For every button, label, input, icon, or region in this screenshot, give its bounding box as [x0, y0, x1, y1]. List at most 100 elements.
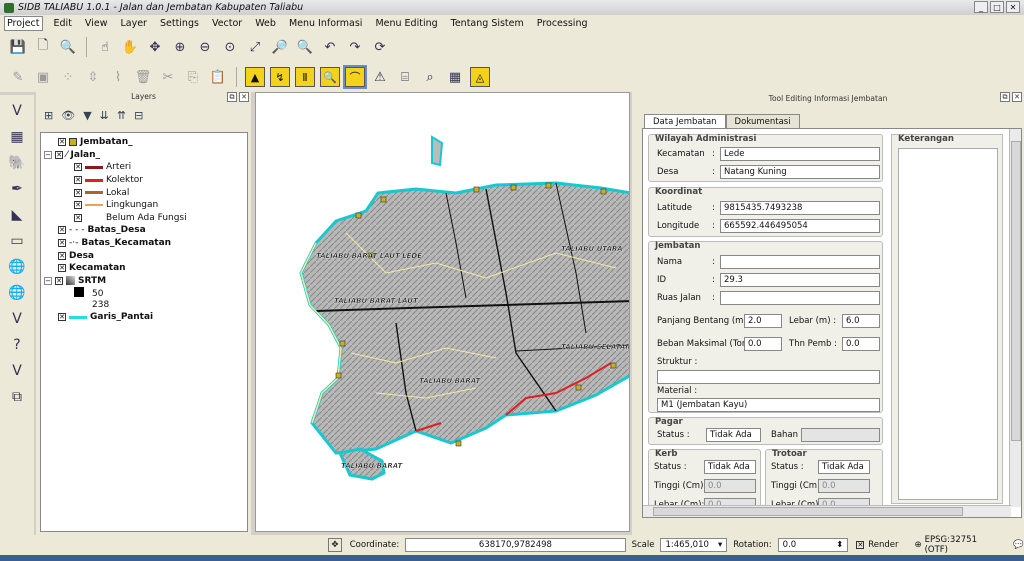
layer-checkbox[interactable]: ✕ — [58, 138, 66, 147]
category-checkbox[interactable]: ✕ — [74, 188, 82, 197]
layer-garis-pantai[interactable]: ✕ Garis_Pantai — [44, 311, 244, 324]
minimize-button[interactable]: _ — [974, 1, 988, 13]
id-field[interactable]: 29.3 — [720, 273, 880, 287]
category-kolektor[interactable]: ✕ Kolektor — [44, 174, 244, 187]
zoom-in-icon[interactable]: ⊕ — [170, 37, 190, 57]
road-icon[interactable]: ▲ — [245, 67, 265, 87]
render-checkbox[interactable]: ✕ — [856, 541, 865, 549]
kerb-status-field[interactable]: Tidak Ada — [704, 460, 756, 474]
layer-batas-desa[interactable]: ✕ - - - Batas_Desa — [44, 224, 244, 237]
float-panel-button[interactable]: ⧉ — [1000, 92, 1010, 102]
zoom-layer-icon[interactable]: 🔍 — [295, 37, 315, 57]
menu-tentang[interactable]: Tentang Sistem — [449, 17, 526, 30]
keterangan-textarea[interactable] — [898, 148, 998, 500]
menu-web[interactable]: Web — [253, 17, 278, 30]
scroll-thumb[interactable] — [1011, 141, 1021, 441]
touch-icon[interactable]: ☝ — [95, 37, 115, 57]
statistics-icon[interactable]: ▦ — [445, 67, 465, 87]
layer-jembatan[interactable]: ✕ Jembatan_ — [44, 136, 244, 149]
kecamatan-field[interactable]: Lede — [720, 147, 880, 161]
struktur-field[interactable] — [657, 370, 880, 384]
eye-icon[interactable]: 👁 — [61, 109, 75, 122]
collapse-icon[interactable]: − — [44, 150, 52, 159]
material-field[interactable]: M1 (Jembatan Kayu) — [657, 398, 880, 412]
virtual-layer-icon[interactable]: ⧉ — [7, 387, 27, 407]
cut-icon[interactable]: ✂ — [158, 67, 178, 87]
pan-icon[interactable]: ✋ — [120, 37, 140, 57]
longitude-field[interactable]: 665592.446495054 — [720, 219, 880, 233]
add-delimited-text-icon[interactable]: ? — [7, 335, 27, 355]
lebar-field[interactable]: 6.0 — [842, 314, 880, 328]
float-panel-button[interactable]: ⧉ — [227, 92, 237, 102]
ruas-jalan-field[interactable] — [720, 291, 880, 305]
layer-checkbox[interactable]: ✕ — [58, 251, 66, 260]
category-arteri[interactable]: ✕ Arteri — [44, 161, 244, 174]
coordinate-field[interactable]: 638170,9782498 — [405, 538, 626, 552]
filter-icon[interactable]: ▼ — [83, 109, 91, 122]
map-canvas[interactable]: TALIABU BARAT LAUT LEDE TALIABU UTARA TA… — [255, 92, 630, 532]
category-checkbox[interactable]: ✕ — [74, 213, 82, 222]
horizontal-scrollbar[interactable] — [643, 505, 1011, 517]
add-wfs-layer-icon[interactable]: V — [7, 309, 27, 329]
layer-checkbox[interactable]: ✕ — [58, 264, 66, 273]
bridge-edit-icon[interactable]: ⌒ — [343, 65, 367, 89]
category-lokal[interactable]: ✕ Lokal — [44, 186, 244, 199]
layer-checkbox[interactable]: ✕ — [55, 276, 63, 285]
pan-to-selection-icon[interactable]: ✥ — [145, 37, 165, 57]
layer-checkbox[interactable]: ✕ — [58, 239, 66, 248]
tab-data-jembatan[interactable]: Data Jembatan — [644, 114, 726, 129]
close-button[interactable]: ✕ — [1006, 1, 1020, 13]
rotation-spinbox[interactable]: 0.0 ⬍ — [777, 538, 849, 552]
category-checkbox[interactable]: ✕ — [74, 163, 82, 172]
close-panel-button[interactable]: ✕ — [1012, 92, 1022, 102]
trotoar-status-field[interactable]: Tidak Ada — [818, 460, 870, 474]
pencil-icon[interactable]: ✎ — [8, 67, 28, 87]
add-wms-layer-icon[interactable]: 🌐 — [7, 257, 27, 277]
messages-icon[interactable]: 💬 — [1013, 540, 1024, 550]
new-layer-icon[interactable]: V — [7, 361, 27, 381]
copy-icon[interactable]: ⎘ — [183, 67, 203, 87]
node-tool-icon[interactable]: ⌇ — [108, 67, 128, 87]
zoom-native-icon[interactable]: ⊙ — [220, 37, 240, 57]
menu-vector[interactable]: Vector — [210, 17, 244, 30]
restore-button[interactable]: □ — [990, 1, 1004, 13]
zoom-out-icon[interactable]: ⊖ — [195, 37, 215, 57]
kerb-tinggi-field[interactable]: 0.0 — [704, 479, 756, 493]
pagar-status-field[interactable]: Tidak Ada — [706, 428, 761, 442]
zoom-selection-icon[interactable]: 🔎 — [270, 37, 290, 57]
panjang-bentang-field[interactable]: 2.0 — [744, 314, 782, 328]
zoom-full-icon[interactable]: ⤢ — [245, 37, 265, 57]
layer-srtm[interactable]: − ✕ SRTM — [44, 275, 244, 288]
layer-jalan[interactable]: − ✕ ⁄ Jalan_ — [44, 149, 244, 162]
crs-label[interactable]: EPSG:32751 (OTF) — [925, 535, 1002, 555]
scroll-thumb[interactable] — [653, 507, 963, 516]
paste-icon[interactable]: 📋 — [208, 67, 228, 87]
tab-dokumentasi[interactable]: Dokumentasi — [725, 114, 800, 129]
collapse-icon[interactable]: − — [44, 276, 52, 285]
pagar-bahan-field[interactable] — [801, 428, 880, 442]
add-mssql-layer-icon[interactable]: ◣ — [7, 205, 27, 225]
add-vector-layer-icon[interactable]: V — [7, 101, 27, 121]
vertical-scrollbar[interactable] — [1009, 129, 1021, 507]
layer-tree[interactable]: ✕ Jembatan_ − ✕ ⁄ Jalan_ ✕ Arteri ✕ Kolektor ✕… — [40, 132, 248, 532]
save-icon[interactable]: 💾 — [8, 37, 28, 57]
category-belum-ada-fungsi[interactable]: ✕ Belum Ada Fungsi — [44, 212, 244, 225]
refresh-icon[interactable]: ⟳ — [370, 37, 390, 57]
remove-layer-icon[interactable]: ⊟ — [134, 109, 143, 122]
category-checkbox[interactable]: ✕ — [74, 176, 82, 185]
layer-batas-kecamatan[interactable]: ✕ -·- Batas_Kecamatan — [44, 237, 244, 250]
add-wcs-layer-icon[interactable]: 🌐 — [7, 283, 27, 303]
add-raster-layer-icon[interactable]: ▦ — [7, 127, 27, 147]
menu-layer[interactable]: Layer — [118, 17, 149, 30]
road-search-icon[interactable]: 🔍 — [320, 67, 340, 87]
nama-field[interactable] — [720, 255, 880, 269]
menu-project[interactable]: Project — [4, 16, 43, 31]
category-lingkungan[interactable]: ✕ Lingkungan — [44, 199, 244, 212]
bridge-warning-icon[interactable]: ⚠ — [370, 67, 390, 87]
layer-checkbox[interactable]: ✕ — [58, 226, 66, 235]
layer-kecamatan[interactable]: ✕ Kecamatan — [44, 262, 244, 275]
alert-icon[interactable]: ◬ — [470, 67, 490, 87]
menu-settings[interactable]: Settings — [158, 17, 201, 30]
menu-editing[interactable]: Menu Editing — [373, 17, 439, 30]
menu-processing[interactable]: Processing — [535, 17, 590, 30]
